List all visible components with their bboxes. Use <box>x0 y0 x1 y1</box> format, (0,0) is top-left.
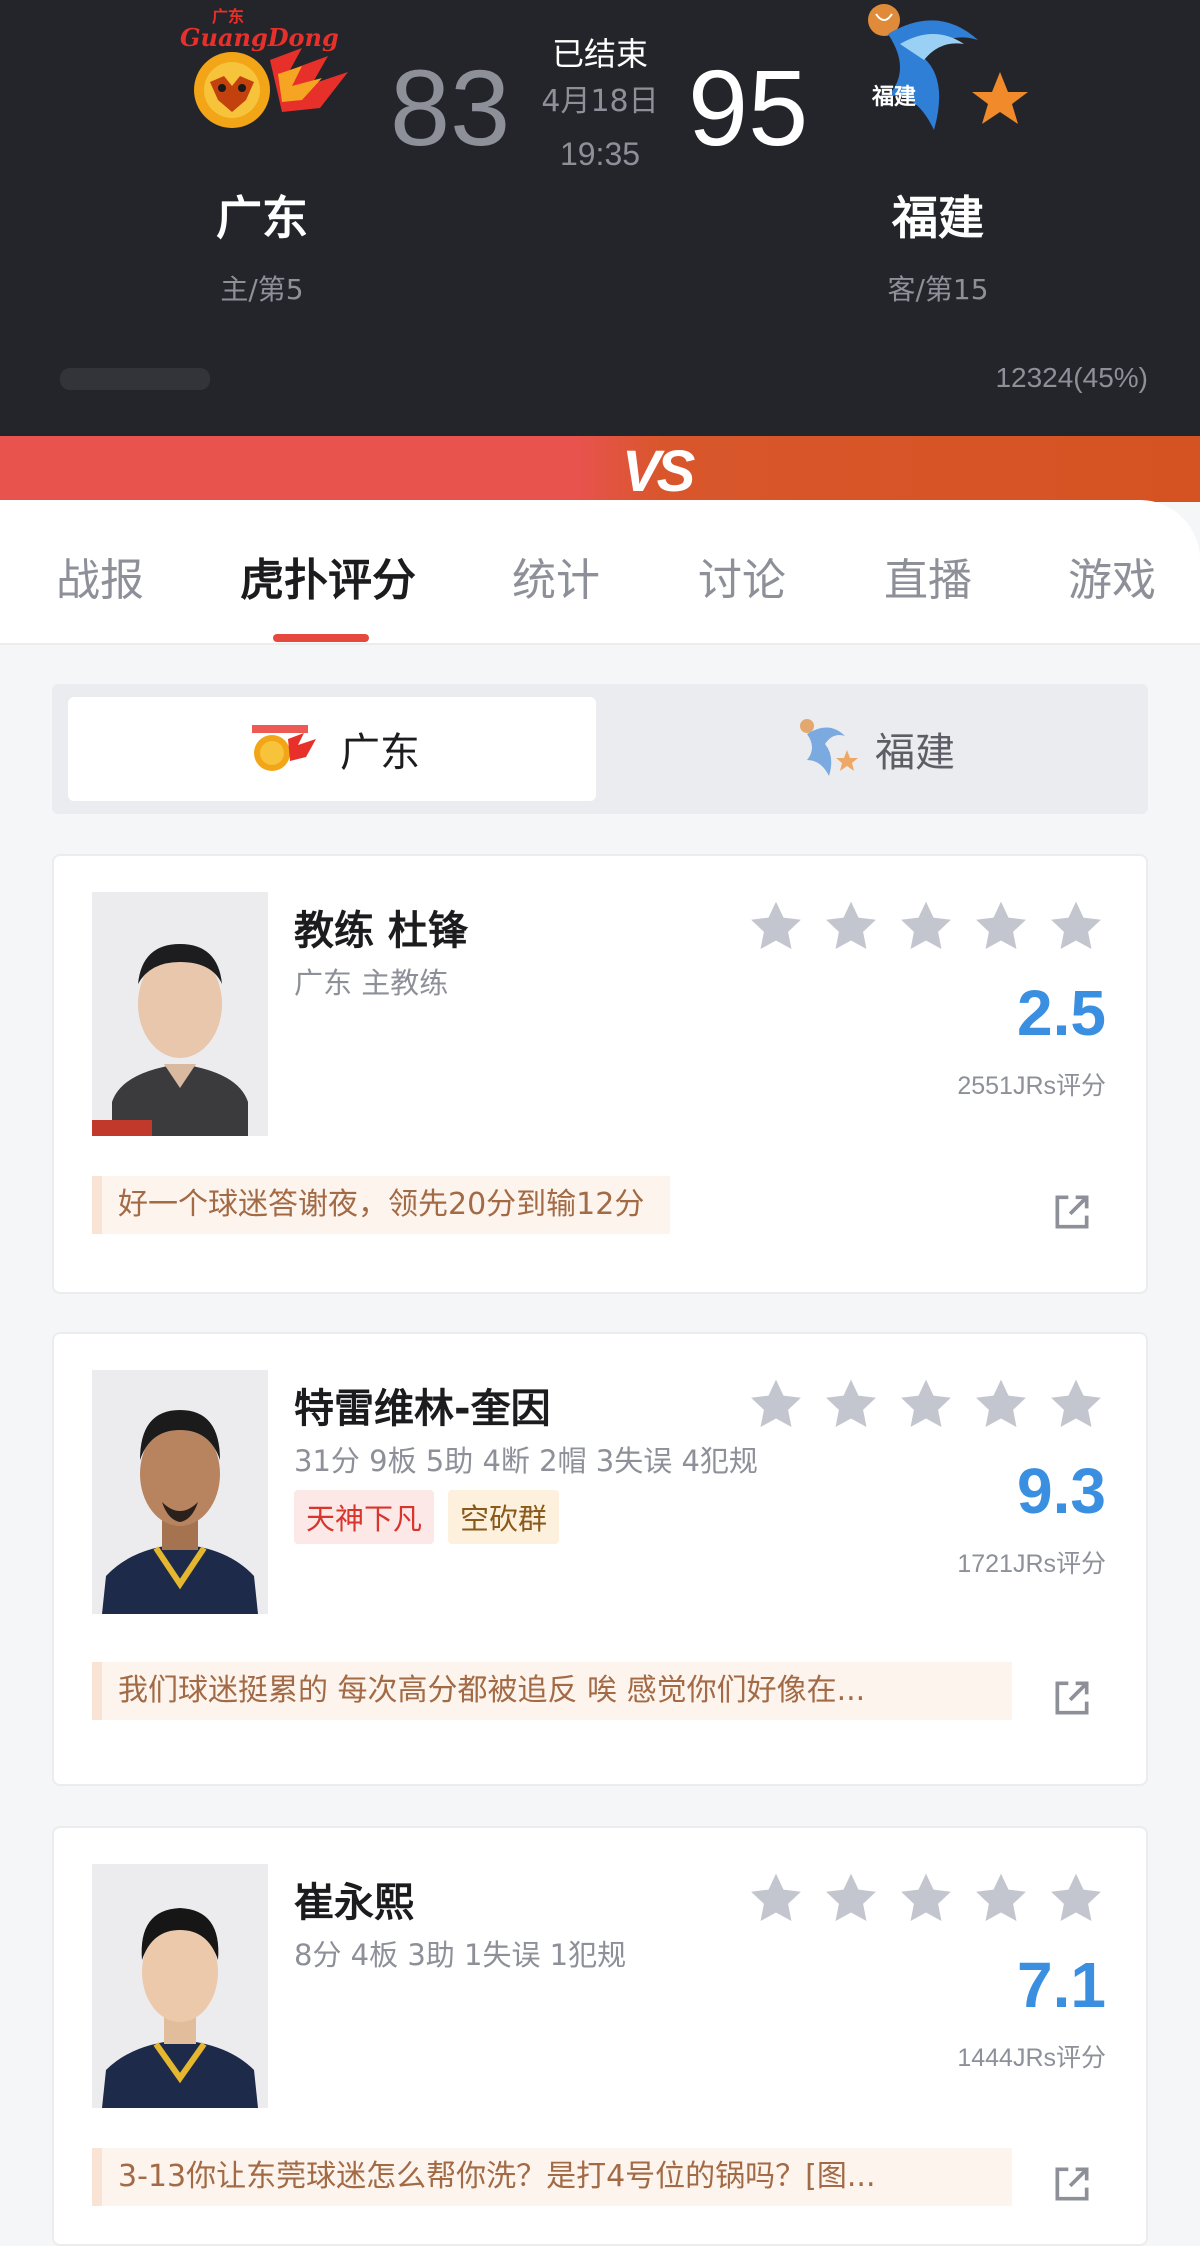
star-icon[interactable] <box>1046 898 1106 956</box>
away-logo-text: 福建 <box>871 85 916 110</box>
player-rating-score: 7.1 <box>1017 1949 1106 2021</box>
star-rating-input[interactable] <box>746 1376 1106 1434</box>
coach-rating-score: 2.5 <box>1017 977 1106 1049</box>
match-time: 19:35 <box>559 136 641 172</box>
away-team-logo: 福建 <box>828 0 1048 150</box>
player-top-comment[interactable]: 我们球迷挺累的 每次高分都被追反 唉 感觉你们好像在... <box>92 1662 1012 1720</box>
player-name: 特雷维林-奎因 <box>294 1386 551 1432</box>
star-icon[interactable] <box>821 898 881 956</box>
player-tag[interactable]: 天神下凡 <box>294 1490 435 1544</box>
player-tags: 天神下凡 空砍群 <box>294 1490 560 1544</box>
player-rating-score: 9.3 <box>1017 1455 1106 1527</box>
rating-card-player[interactable]: 特雷维林-奎因 31分 9板 5助 4断 2帽 3失误 4犯规 天神下凡 空砍群… <box>52 1332 1148 1786</box>
tab-bar: 战报 虎扑评分 统计 讨论 直播 游戏 <box>0 500 1200 645</box>
tab-live[interactable]: 直播 <box>884 544 972 608</box>
tab-active-indicator <box>273 634 369 642</box>
match-status-box: 已结束 4月18日 19:35 <box>520 32 680 180</box>
coach-photo <box>92 892 268 1136</box>
match-date: 4月18日 <box>541 84 659 119</box>
star-icon[interactable] <box>746 1870 806 1928</box>
star-icon[interactable] <box>971 1376 1031 1434</box>
tab-games[interactable]: 游戏 <box>1068 544 1156 608</box>
star-rating-input[interactable] <box>746 898 1106 956</box>
player-name: 崔永熙 <box>294 1880 414 1926</box>
share-external-icon[interactable] <box>1050 1676 1094 1720</box>
home-logo-subtext: GuangDong <box>180 23 339 52</box>
coach-name: 教练 杜锋 <box>294 908 468 954</box>
tab-report[interactable]: 战报 <box>56 544 144 608</box>
rating-card-coach[interactable]: 教练 杜锋 广东 主教练 2.5 2551JRs评分 好一个球迷答谢夜，领先20… <box>52 854 1148 1294</box>
home-score: 83 <box>390 47 511 168</box>
team-switch-home-label: 广东 <box>340 730 420 776</box>
away-team-mini-logo <box>800 719 858 776</box>
home-team[interactable]: 广东 GuangDong 广东 主/第5 <box>152 0 372 306</box>
home-team-mini-logo <box>252 725 316 771</box>
home-team-name: 广东 <box>216 191 308 245</box>
team-switch: 广东 福建 <box>52 684 1148 814</box>
player-stat-line: 8分 4板 3助 1失误 1犯规 <box>294 1938 627 1972</box>
tab-discussion[interactable]: 讨论 <box>698 544 786 608</box>
coach-role: 广东 主教练 <box>294 966 449 1000</box>
support-bar-left <box>60 368 210 390</box>
home-team-rank: 主/第5 <box>220 273 304 306</box>
star-icon[interactable] <box>971 898 1031 956</box>
star-icon[interactable] <box>896 898 956 956</box>
player-stat-line: 31分 9板 5助 4断 2帽 3失误 4犯规 <box>294 1444 758 1478</box>
coach-rating-votes: 2551JRs评分 <box>957 1072 1106 1100</box>
star-icon[interactable] <box>1046 1870 1106 1928</box>
player-photo <box>92 1370 268 1614</box>
star-rating-input[interactable] <box>746 1870 1106 1928</box>
star-icon[interactable] <box>821 1376 881 1434</box>
tab-hupu-rating[interactable]: 虎扑评分 <box>240 544 416 608</box>
away-team-name: 福建 <box>892 191 984 245</box>
match-status: 已结束 <box>551 35 648 73</box>
away-team[interactable]: 福建 福建 客/第15 <box>828 0 1048 306</box>
star-icon[interactable] <box>746 898 806 956</box>
support-count: 12324(45%) <box>995 362 1148 393</box>
coach-top-comment[interactable]: 好一个球迷答谢夜，领先20分到输12分 <box>92 1176 671 1234</box>
home-team-logo: 广东 GuangDong <box>152 0 372 150</box>
player-rating-votes: 1721JRs评分 <box>957 1550 1106 1578</box>
star-icon[interactable] <box>821 1870 881 1928</box>
vs-label: VS <box>622 439 695 504</box>
star-icon[interactable] <box>896 1376 956 1434</box>
vs-bar <box>0 436 1200 502</box>
team-switch-away[interactable]: 福建 <box>608 697 1136 801</box>
player-rating-votes: 1444JRs评分 <box>957 2044 1106 2072</box>
share-external-icon[interactable] <box>1050 2162 1094 2206</box>
team-switch-away-label: 福建 <box>875 730 955 776</box>
rating-card-player[interactable]: 崔永熙 8分 4板 3助 1失误 1犯规 7.1 1444JRs评分 3-13你… <box>52 1826 1148 2246</box>
star-icon[interactable] <box>746 1376 806 1434</box>
away-team-rank: 客/第15 <box>887 273 989 306</box>
player-top-comment[interactable]: 3-13你让东莞球迷怎么帮你洗？是打4号位的锅吗？[图... <box>92 2148 1012 2206</box>
team-switch-home[interactable]: 广东 <box>68 697 596 801</box>
star-icon[interactable] <box>971 1870 1031 1928</box>
tab-stats[interactable]: 统计 <box>512 544 600 608</box>
player-photo <box>92 1864 268 2108</box>
away-score: 95 <box>688 47 809 168</box>
match-header: 广东 GuangDong 广东 主/第5 83 已结束 4月18日 19:35 … <box>0 0 1200 440</box>
share-external-icon[interactable] <box>1050 1190 1094 1234</box>
star-icon[interactable] <box>896 1870 956 1928</box>
star-icon[interactable] <box>1046 1376 1106 1434</box>
player-tag[interactable]: 空砍群 <box>448 1490 560 1544</box>
